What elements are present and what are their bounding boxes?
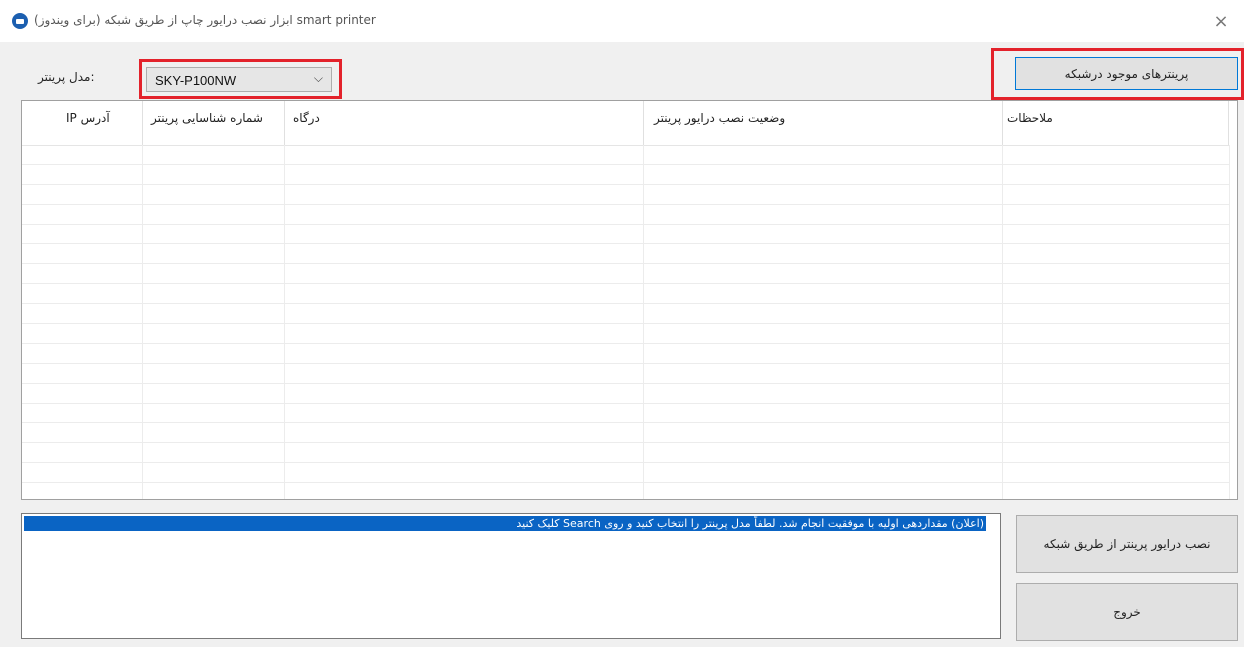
- column-printer-id-label: شماره شناسایی پرینتر: [151, 111, 263, 125]
- window-title: (برای ویندوز) ابزار نصب درایور چاپ از طر…: [34, 13, 376, 27]
- model-label: مدل پرینتر:: [38, 70, 95, 84]
- table-row[interactable]: [22, 344, 1229, 364]
- exit-button[interactable]: خروج: [1016, 583, 1238, 641]
- table-row[interactable]: [22, 284, 1229, 305]
- table-row[interactable]: [22, 404, 1229, 424]
- column-driver-status-label: وضعیت نصب درایور پرینتر: [654, 111, 786, 125]
- chevron-down-icon: ⌵: [313, 71, 323, 85]
- table-row[interactable]: [22, 145, 1229, 165]
- column-divider: [1229, 145, 1230, 499]
- table-row[interactable]: [22, 463, 1229, 484]
- table-row[interactable]: [22, 264, 1229, 285]
- table-row[interactable]: [22, 483, 1229, 499]
- title-bar: (برای ویندوز) ابزار نصب درایور چاپ از طر…: [0, 0, 1244, 42]
- printer-model-dropdown[interactable]: SKY-P100NW ⌵: [146, 67, 332, 92]
- column-notes-label: ملاحظات: [1007, 111, 1053, 125]
- table-row[interactable]: [22, 423, 1229, 444]
- table-row[interactable]: [22, 384, 1229, 404]
- printer-app-icon: [12, 13, 28, 29]
- table-body: [22, 145, 1229, 499]
- table-row[interactable]: [22, 324, 1229, 344]
- table-row[interactable]: [22, 185, 1229, 205]
- table-row[interactable]: [22, 205, 1229, 225]
- log-entry-selected[interactable]: (اعلان) مقداردهی اولیه با موفقیت انجام ش…: [24, 516, 986, 531]
- table-row[interactable]: [22, 225, 1229, 245]
- column-driver-status[interactable]: وضعیت نصب درایور پرینتر: [643, 101, 1002, 145]
- column-printer-id[interactable]: شماره شناسایی پرینتر: [142, 101, 284, 145]
- close-button[interactable]: ×: [1198, 0, 1244, 42]
- log-listbox[interactable]: (اعلان) مقداردهی اولیه با موفقیت انجام ش…: [21, 513, 1001, 639]
- column-port-label: درگاه: [293, 111, 320, 125]
- table-row[interactable]: [22, 443, 1229, 464]
- column-ip-label: IP آدرس: [66, 111, 110, 125]
- table-header: IP آدرس شماره شناسایی پرینتر درگاه وضعیت…: [22, 101, 1229, 146]
- column-port[interactable]: درگاه: [284, 101, 643, 145]
- table-row[interactable]: [22, 244, 1229, 265]
- table-row[interactable]: [22, 165, 1229, 185]
- table-row[interactable]: [22, 304, 1229, 325]
- column-notes[interactable]: ملاحظات: [1002, 101, 1229, 145]
- printer-table[interactable]: IP آدرس شماره شناسایی پرینتر درگاه وضعیت…: [21, 100, 1238, 500]
- table-row[interactable]: [22, 364, 1229, 384]
- app-window: (برای ویندوز) ابزار نصب درایور چاپ از طر…: [0, 0, 1244, 647]
- column-ip[interactable]: IP آدرس: [22, 101, 142, 145]
- search-printers-button[interactable]: پرینترهای موجود درشبکه: [1015, 57, 1238, 90]
- install-driver-button[interactable]: نصب درایور پرینتر از طریق شبکه: [1016, 515, 1238, 573]
- model-selected-value: SKY-P100NW: [155, 73, 237, 88]
